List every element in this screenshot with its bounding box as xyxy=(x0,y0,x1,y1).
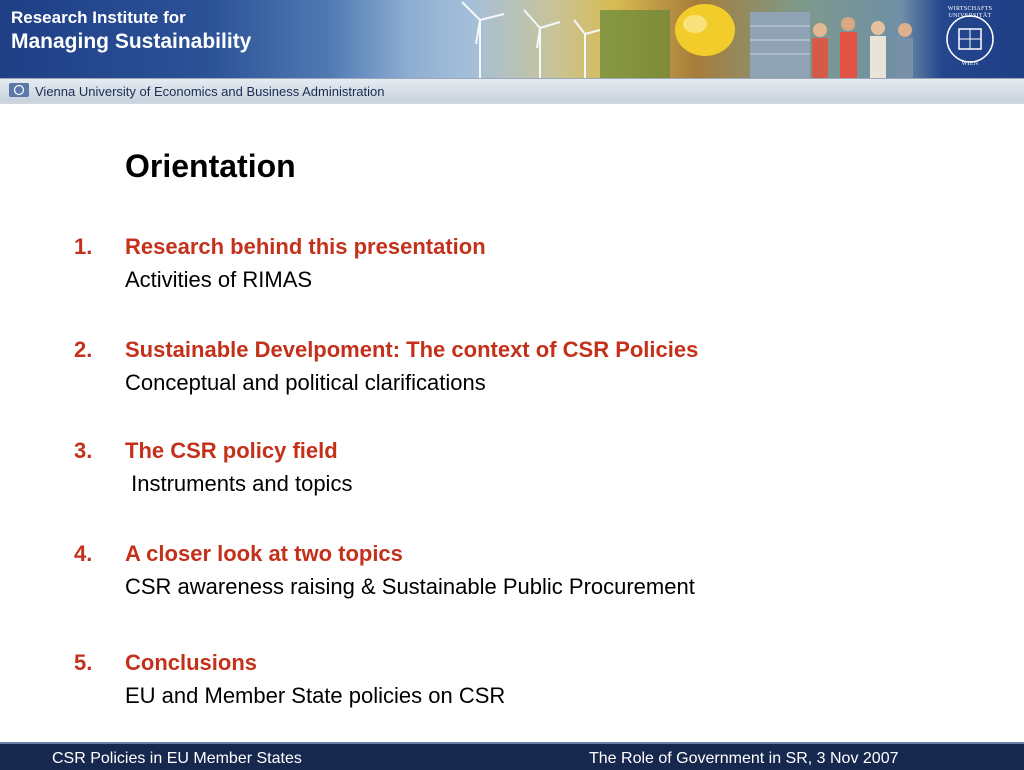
agenda-item-number: 1. xyxy=(74,234,93,259)
header-banner: Research Institute for Managing Sustaina… xyxy=(0,0,1024,104)
agenda-item-detail: Activities of RIMAS xyxy=(125,267,313,292)
agenda-item-detail: Conceptual and political clarifications xyxy=(125,370,486,395)
agenda-item-number: 2. xyxy=(74,337,93,362)
agenda-item-heading: The CSR policy field xyxy=(125,438,338,463)
institute-name: Research Institute for Managing Sustaina… xyxy=(11,9,251,52)
agenda-item-number: 5. xyxy=(74,650,93,675)
agenda-item-heading: Conclusions xyxy=(125,650,258,675)
agenda-item-detail: CSR awareness raising & Sustainable Publ… xyxy=(125,574,695,599)
agenda-item-number: 4. xyxy=(74,541,93,566)
university-small-logo-icon xyxy=(9,83,29,97)
seal-text-bottom: WIEN xyxy=(961,61,979,67)
agenda-item-detail: Instruments and topics xyxy=(125,471,353,496)
university-seal-logo: WIRTSCHAFTS UNIVERSITÄT WIEN xyxy=(938,4,1002,75)
footer-left-text: CSR Policies in EU Member States xyxy=(52,750,302,767)
university-name: Vienna University of Economics and Busin… xyxy=(35,84,385,99)
agenda-item-heading: Sustainable Develpoment: The context of … xyxy=(125,337,699,362)
seal-text-top2: UNIVERSITÄT xyxy=(948,13,992,19)
institute-name-line2: Managing Sustainability xyxy=(11,30,252,53)
institute-name-line1: Research Institute for xyxy=(11,8,186,27)
slide-title: Orientation xyxy=(125,148,296,184)
banner-photo-collage-image xyxy=(461,1,913,78)
banner-divider xyxy=(0,102,1024,104)
agenda-item-heading: Research behind this presentation xyxy=(125,234,486,259)
seal-text-top: WIRTSCHAFTS xyxy=(947,6,993,12)
slide-footer: CSR Policies in EU Member States The Rol… xyxy=(0,742,1024,770)
agenda-item-detail: EU and Member State policies on CSR xyxy=(125,683,506,708)
agenda-item-heading: A closer look at two topics xyxy=(125,541,403,566)
agenda-item-number: 3. xyxy=(74,438,93,463)
footer-right-text: The Role of Government in SR, 3 Nov 2007 xyxy=(589,750,899,767)
